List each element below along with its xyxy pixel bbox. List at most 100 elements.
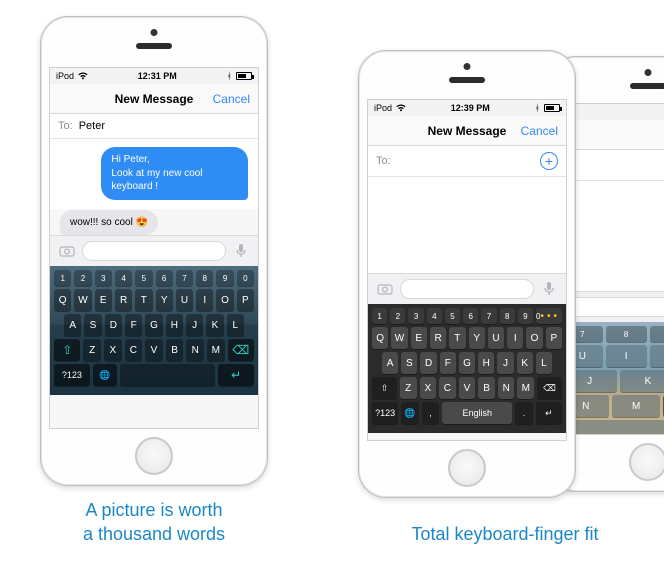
key-8[interactable]: 8 xyxy=(500,308,515,324)
key-g[interactable]: G xyxy=(459,352,475,374)
key-i[interactable]: I xyxy=(606,345,647,367)
key-space[interactable] xyxy=(562,420,664,435)
key-e[interactable]: E xyxy=(95,289,112,311)
home-button[interactable] xyxy=(629,443,664,481)
key-globe[interactable]: 🌐 xyxy=(93,364,117,386)
key-s[interactable]: S xyxy=(401,352,417,374)
key-shift[interactable]: ⇧ xyxy=(54,339,80,361)
add-recipient-button[interactable]: + xyxy=(540,152,558,170)
key-backspace[interactable]: ⌫ xyxy=(228,339,254,361)
cancel-button[interactable]: Cancel xyxy=(521,124,558,138)
key-3[interactable]: 3 xyxy=(408,308,423,324)
key-period[interactable]: . xyxy=(515,402,533,424)
key-x[interactable]: X xyxy=(420,377,437,399)
key-9[interactable]: 9 xyxy=(216,270,233,286)
key-k[interactable]: K xyxy=(206,314,223,336)
key-e[interactable]: E xyxy=(411,327,427,349)
key-w[interactable]: W xyxy=(391,327,407,349)
key-return[interactable]: ↵ xyxy=(218,364,254,386)
key-7[interactable]: 7 xyxy=(176,270,193,286)
key-6[interactable]: 6 xyxy=(463,308,478,324)
to-row[interactable]: To: Peter xyxy=(50,114,258,139)
key-m[interactable]: M xyxy=(517,377,534,399)
home-button[interactable] xyxy=(448,449,486,487)
key-d[interactable]: D xyxy=(420,352,436,374)
key-6[interactable]: 6 xyxy=(156,270,173,286)
key-b[interactable]: B xyxy=(166,339,184,361)
key-symbols[interactable]: ?123 xyxy=(372,402,398,424)
key-r[interactable]: R xyxy=(115,289,132,311)
key-i[interactable]: I xyxy=(507,327,523,349)
key-9[interactable]: 9 xyxy=(650,326,664,342)
message-input[interactable] xyxy=(400,279,534,299)
key-comma[interactable]: , xyxy=(422,402,440,424)
key-k[interactable]: K xyxy=(620,370,664,392)
cancel-button[interactable]: Cancel xyxy=(213,92,250,106)
key-l[interactable]: L xyxy=(536,352,552,374)
key-a[interactable]: A xyxy=(382,352,398,374)
key-n[interactable]: N xyxy=(498,377,515,399)
key-l[interactable]: L xyxy=(227,314,244,336)
key-8[interactable]: 8 xyxy=(606,326,647,342)
key-d[interactable]: D xyxy=(105,314,122,336)
key-v[interactable]: V xyxy=(459,377,476,399)
key-space[interactable]: English xyxy=(442,402,512,424)
key-q[interactable]: Q xyxy=(372,327,388,349)
key-q[interactable]: Q xyxy=(54,289,71,311)
key-k[interactable]: K xyxy=(517,352,533,374)
key-5[interactable]: 5 xyxy=(445,308,460,324)
key-z[interactable]: Z xyxy=(400,377,417,399)
key-9[interactable]: 9 xyxy=(518,308,533,324)
key-8[interactable]: 8 xyxy=(196,270,213,286)
key-4[interactable]: 4 xyxy=(115,270,132,286)
message-input[interactable] xyxy=(566,297,664,317)
key-j[interactable]: J xyxy=(497,352,513,374)
key-2[interactable]: 2 xyxy=(74,270,91,286)
key-backspace[interactable]: ⌫ xyxy=(537,377,562,399)
key-1[interactable]: 1 xyxy=(372,308,387,324)
key-t[interactable]: T xyxy=(135,289,152,311)
key-s[interactable]: S xyxy=(84,314,101,336)
key-4[interactable]: 4 xyxy=(427,308,442,324)
home-button[interactable] xyxy=(135,437,173,475)
key-return[interactable]: ↵ xyxy=(536,402,562,424)
key-p[interactable]: P xyxy=(546,327,562,349)
key-3[interactable]: 3 xyxy=(95,270,112,286)
key-o[interactable]: O xyxy=(650,345,664,367)
key-a[interactable]: A xyxy=(64,314,81,336)
key-t[interactable]: T xyxy=(449,327,465,349)
key-y[interactable]: Y xyxy=(469,327,485,349)
key-c[interactable]: C xyxy=(439,377,456,399)
key-shift[interactable]: ⇧ xyxy=(372,377,397,399)
key-0[interactable]: 0 xyxy=(237,270,254,286)
key-y[interactable]: Y xyxy=(156,289,173,311)
key-0[interactable]: 0 ••• xyxy=(536,308,562,324)
key-m[interactable]: M xyxy=(612,395,659,417)
key-n[interactable]: N xyxy=(186,339,204,361)
mic-icon[interactable] xyxy=(232,242,250,260)
key-f[interactable]: F xyxy=(440,352,456,374)
key-r[interactable]: R xyxy=(430,327,446,349)
key-v[interactable]: V xyxy=(145,339,163,361)
camera-icon[interactable] xyxy=(376,280,394,298)
key-u[interactable]: U xyxy=(488,327,504,349)
key-m[interactable]: M xyxy=(207,339,225,361)
key-g[interactable]: G xyxy=(145,314,162,336)
key-f[interactable]: F xyxy=(125,314,142,336)
key-w[interactable]: W xyxy=(74,289,91,311)
message-input[interactable] xyxy=(82,241,226,261)
key-symbols[interactable]: ?123 xyxy=(54,364,90,386)
key-z[interactable]: Z xyxy=(83,339,101,361)
key-h[interactable]: H xyxy=(478,352,494,374)
key-2[interactable]: 2 xyxy=(390,308,405,324)
key-i[interactable]: I xyxy=(196,289,213,311)
key-c[interactable]: C xyxy=(125,339,143,361)
key-1[interactable]: 1 xyxy=(54,270,71,286)
camera-icon[interactable] xyxy=(58,242,76,260)
key-u[interactable]: U xyxy=(176,289,193,311)
key-x[interactable]: X xyxy=(104,339,122,361)
keyboard[interactable]: 1 2 3 4 5 6 7 8 9 0 ••• Q W xyxy=(368,304,566,433)
to-row[interactable]: To: + xyxy=(368,146,566,177)
key-globe[interactable]: 🌐 xyxy=(401,402,419,424)
key-5[interactable]: 5 xyxy=(135,270,152,286)
